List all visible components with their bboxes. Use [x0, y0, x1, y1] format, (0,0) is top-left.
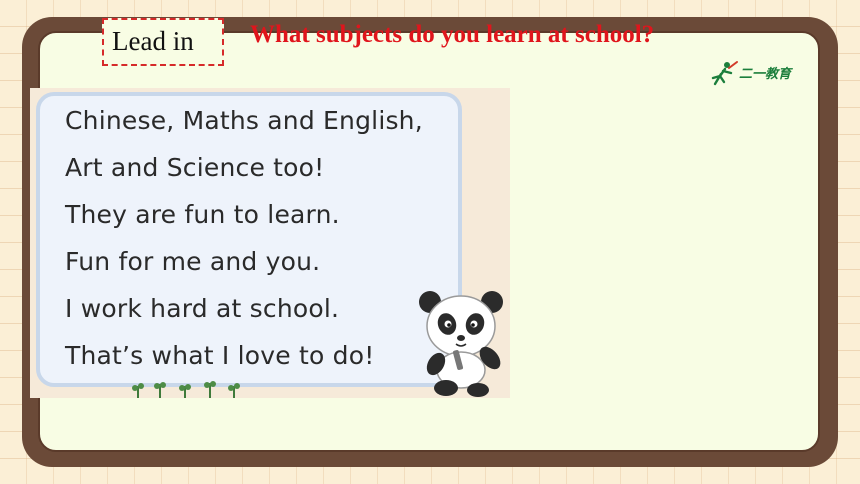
poem-line-4: Fun for me and you.: [65, 247, 321, 276]
poem-card: Chinese, Maths and English, Art and Scie…: [36, 92, 462, 387]
textbook-illustration: Chinese, Maths and English, Art and Scie…: [30, 88, 510, 398]
brand-logo: 二一教育: [709, 60, 801, 86]
poem-line-2: Art and Science too!: [65, 153, 325, 182]
logo-text: 二一教育: [739, 67, 792, 82]
panda-icon: [419, 291, 503, 397]
poem-line-5: I work hard at school.: [65, 294, 340, 323]
lead-in-label: Lead in: [102, 18, 224, 66]
poem-line-3: They are fun to learn.: [65, 200, 340, 229]
poem-line-6: That’s what I love to do!: [65, 341, 375, 370]
poem-line-1: Chinese, Maths and English,: [65, 106, 423, 135]
question-heading: What subjects do you learn at school?: [250, 21, 655, 48]
runner-icon: [711, 61, 738, 86]
plant-decoration: [132, 381, 240, 398]
